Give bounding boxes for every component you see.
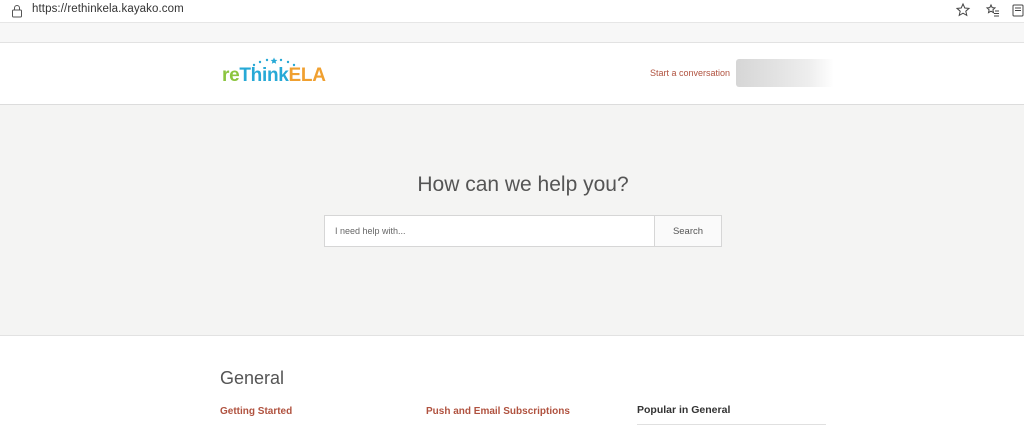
logo-part-re: re [222, 65, 240, 86]
star-icon[interactable] [955, 2, 971, 18]
search-button[interactable]: Search [654, 215, 722, 247]
logo-wordmark: reThinkELA [222, 65, 326, 87]
collections-icon[interactable] [1010, 2, 1024, 18]
popular-in-general-title: Popular in General [637, 404, 731, 416]
divider [637, 424, 826, 425]
favorites-icon[interactable] [985, 2, 1001, 18]
logo-part-think: Think [239, 65, 289, 86]
start-conversation-link[interactable]: Start a conversation [650, 68, 730, 78]
category-getting-started[interactable]: Getting Started [220, 406, 292, 417]
hero-search-section: How can we help you? Search [0, 105, 1024, 336]
search-input[interactable] [324, 215, 664, 247]
lock-icon [12, 5, 22, 18]
site-logo[interactable]: reThinkELA [222, 57, 326, 93]
site-header: reThinkELA Start a conversation [0, 43, 1024, 105]
hero-title: How can we help you? [417, 173, 629, 196]
logo-part-ela: ELA [288, 65, 326, 86]
browser-address-bar: https://rethinkela.kayako.com [0, 0, 1024, 23]
section-title: General [220, 368, 285, 388]
toolbar-spacer [0, 23, 1024, 43]
address-url[interactable]: https://rethinkela.kayako.com [32, 3, 184, 15]
user-account-avatar[interactable] [736, 59, 834, 87]
category-push-email-subscriptions[interactable]: Push and Email Subscriptions [426, 406, 570, 417]
